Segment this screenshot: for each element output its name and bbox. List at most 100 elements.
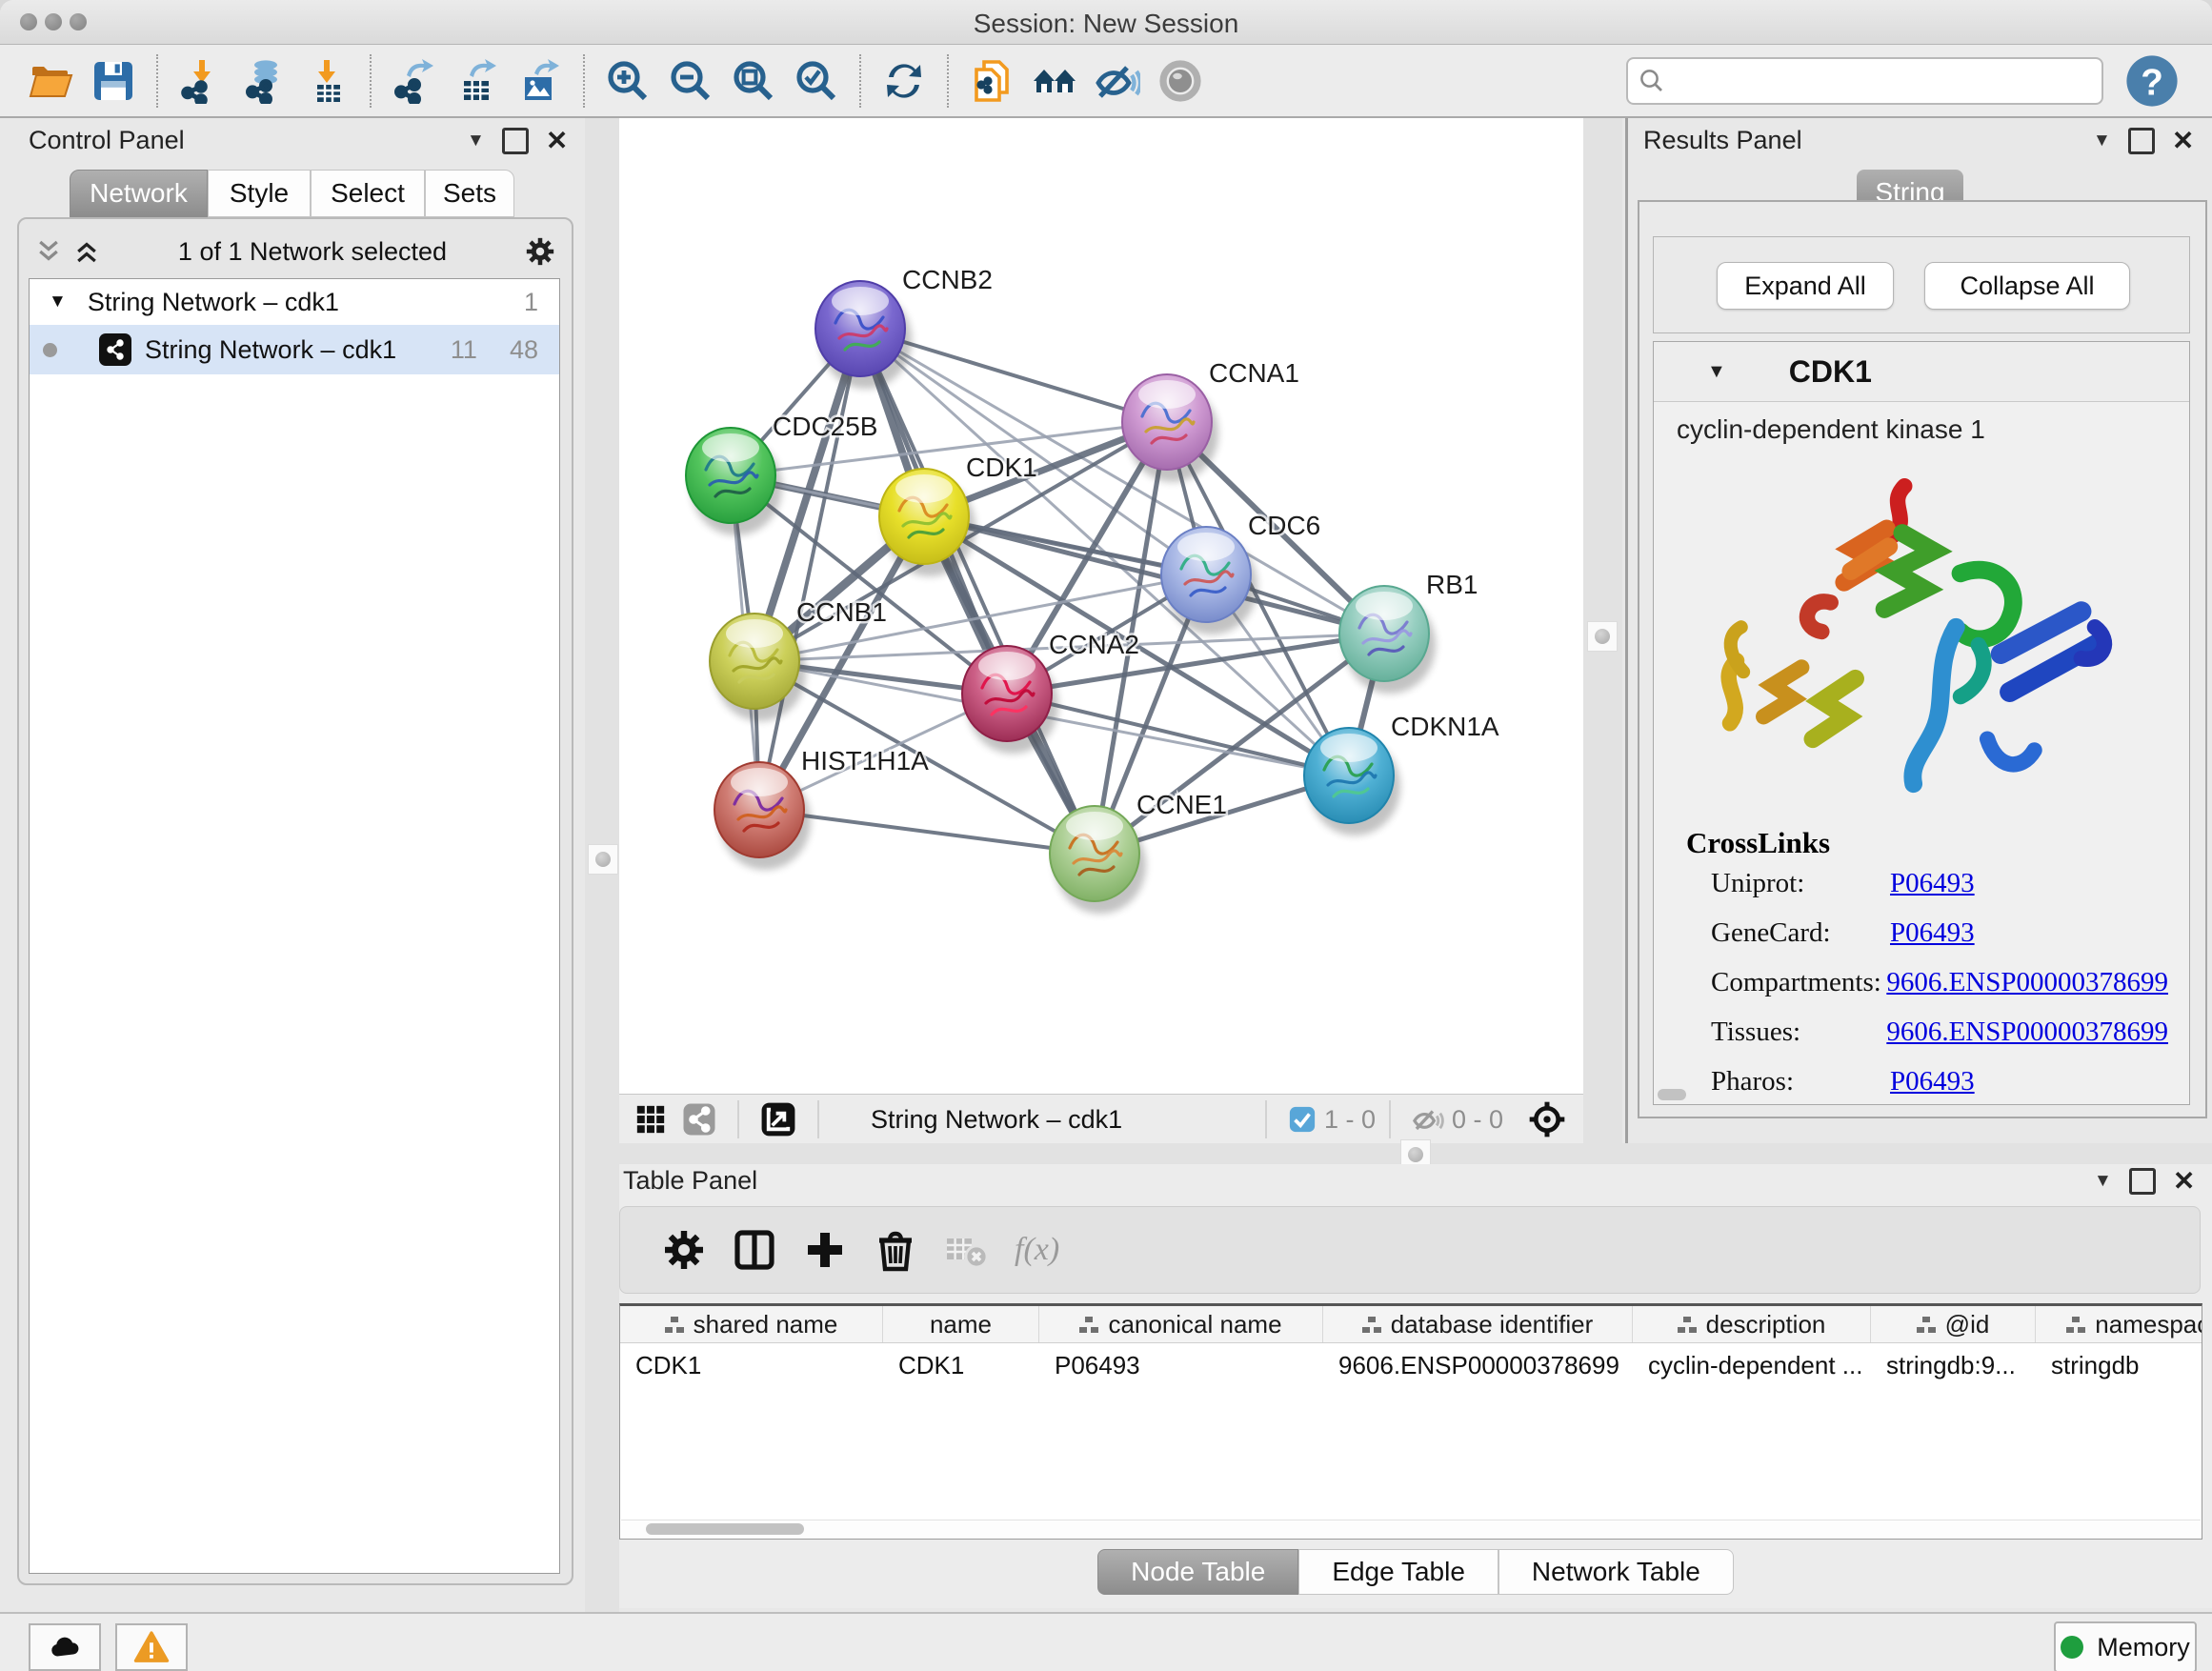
node-label: HIST1H1A [801, 746, 929, 775]
help-button[interactable]: ? [2124, 53, 2180, 109]
expand-all-networks-icon[interactable] [72, 237, 101, 266]
toolbar-separator [583, 54, 585, 108]
tab-network[interactable]: Network [70, 170, 208, 217]
control-panel-close-icon[interactable]: ✕ [546, 131, 568, 151]
network-node-ccnb1[interactable] [710, 614, 799, 709]
left-splitter-handle[interactable] [588, 844, 618, 875]
uniprot-link[interactable]: P06493 [1890, 868, 1975, 917]
birdseye-grid-icon[interactable] [634, 1103, 667, 1136]
show-columns-icon[interactable] [729, 1224, 780, 1276]
hide-selected-button[interactable] [1092, 55, 1143, 107]
tab-select[interactable]: Select [311, 170, 425, 217]
node-table[interactable]: shared name name canonical name database… [619, 1303, 2202, 1540]
network-overview-icon[interactable] [682, 1102, 716, 1137]
tab-network-table[interactable]: Network Table [1498, 1549, 1734, 1595]
column-header[interactable]: namespace [2036, 1306, 2202, 1342]
network-graph[interactable]: CCNB2CCNA1CDC25BCDK1CDC6RB1CCNB1CCNA2CDK… [619, 118, 1583, 1094]
tab-node-table[interactable]: Node Table [1097, 1549, 1298, 1595]
network-node-ccna2[interactable] [962, 646, 1052, 741]
warning-status-button[interactable] [115, 1623, 188, 1671]
network-options-gear-icon[interactable] [524, 235, 556, 268]
column-header[interactable]: canonical name [1039, 1306, 1323, 1342]
warning-icon [133, 1629, 170, 1665]
results-scrollbar-thumb[interactable] [1658, 1089, 1686, 1100]
add-column-icon[interactable] [799, 1224, 851, 1276]
table-horizontal-scrollbar[interactable] [621, 1520, 2201, 1538]
expand-all-button[interactable]: Expand All [1717, 262, 1894, 310]
node-label: CCNE1 [1136, 790, 1227, 819]
zoom-in-button[interactable] [602, 55, 654, 107]
pharos-link[interactable]: P06493 [1890, 1066, 1975, 1116]
network-node-ccna1[interactable] [1122, 374, 1212, 470]
column-header[interactable]: database identifier [1323, 1306, 1633, 1342]
save-session-button[interactable] [88, 55, 139, 107]
open-session-button[interactable] [25, 55, 76, 107]
results-panel-close-icon[interactable]: ✕ [2172, 131, 2194, 151]
zoom-selected-button[interactable] [791, 55, 842, 107]
collapse-all-button[interactable]: Collapse All [1924, 262, 2130, 310]
export-table-button[interactable] [452, 55, 503, 107]
table-panel-float-icon[interactable] [2129, 1168, 2156, 1195]
network-node-cdkn1a[interactable] [1304, 728, 1394, 823]
table-panel-close-icon[interactable]: ✕ [2173, 1171, 2195, 1192]
crosslink-row: Uniprot:P06493 [1711, 868, 2168, 917]
column-header[interactable]: name [883, 1306, 1039, 1342]
left-splitter[interactable] [585, 118, 619, 1612]
import-network-from-file-button[interactable] [175, 55, 227, 107]
network-node-hist1h1a[interactable] [714, 762, 804, 857]
crosslink-row: GeneCard:P06493 [1711, 917, 2168, 967]
table-panel-collapse-icon[interactable]: ▼ [2094, 1171, 2112, 1192]
export-image-button[interactable] [514, 55, 566, 107]
column-header[interactable]: shared name [620, 1306, 883, 1342]
zoom-fit-button[interactable] [728, 55, 779, 107]
network-status-dot [43, 343, 57, 357]
network-node-cdc25b[interactable] [686, 428, 775, 523]
gene-expander-icon[interactable]: ▼ [1707, 361, 1726, 383]
network-collection-row[interactable]: ▼ String Network – cdk1 1 [30, 279, 559, 325]
import-table-from-file-button[interactable] [301, 55, 352, 107]
copy-style-button[interactable] [966, 55, 1017, 107]
column-header[interactable]: @id [1871, 1306, 2036, 1342]
collection-expander-icon[interactable]: ▼ [49, 292, 67, 312]
tab-style[interactable]: Style [208, 170, 311, 217]
table-scrollbar-thumb[interactable] [646, 1523, 804, 1535]
right-splitter[interactable] [1583, 118, 1622, 1143]
gene-section-header[interactable]: ▼ CDK1 [1654, 342, 2189, 402]
tab-edge-table[interactable]: Edge Table [1298, 1549, 1498, 1595]
delete-column-icon[interactable] [870, 1224, 921, 1276]
first-neighbors-button[interactable] [1029, 55, 1080, 107]
network-node-cdc6[interactable] [1161, 527, 1251, 622]
column-header[interactable]: description [1633, 1306, 1871, 1342]
network-row[interactable]: String Network – cdk1 11 48 [30, 325, 559, 374]
genecard-link[interactable]: P06493 [1890, 917, 1975, 967]
control-panel-float-icon[interactable] [502, 128, 529, 154]
import-network-from-database-button[interactable] [238, 55, 290, 107]
cloud-status-button[interactable] [29, 1623, 101, 1671]
results-panel-float-icon[interactable] [2128, 128, 2155, 154]
collapse-all-networks-icon[interactable] [34, 237, 63, 266]
table-options-gear-icon[interactable] [658, 1224, 710, 1276]
tissues-link[interactable]: 9606.ENSP00000378699 [1886, 1017, 2168, 1066]
selected-checkbox-icon[interactable] [1288, 1105, 1317, 1134]
hidden-eye-icon[interactable] [1412, 1103, 1444, 1136]
right-splitter-handle[interactable] [1587, 621, 1618, 652]
search-input[interactable] [1676, 65, 2101, 96]
network-node-cdk1[interactable] [879, 469, 969, 564]
export-network-button[interactable] [389, 55, 440, 107]
open-in-window-icon[interactable] [760, 1101, 796, 1137]
zoom-out-button[interactable] [665, 55, 716, 107]
show-all-button[interactable] [1155, 55, 1206, 107]
tab-sets[interactable]: Sets [425, 170, 514, 217]
title-bar[interactable]: Session: New Session [0, 0, 2212, 45]
network-node-ccne1[interactable] [1050, 806, 1139, 901]
bottom-splitter[interactable] [619, 1143, 2212, 1164]
network-node-rb1[interactable] [1339, 586, 1429, 681]
results-panel-collapse-icon[interactable]: ▼ [2093, 131, 2111, 151]
compartments-link[interactable]: 9606.ENSP00000378699 [1886, 967, 2168, 1017]
network-node-ccnb2[interactable] [815, 281, 905, 376]
network-canvas[interactable]: CCNB2CCNA1CDC25BCDK1CDC6RB1CCNB1CCNA2CDK… [619, 118, 1583, 1094]
refresh-button[interactable] [878, 55, 930, 107]
fit-selected-crosshair-icon[interactable] [1528, 1100, 1566, 1138]
control-panel-collapse-icon[interactable]: ▼ [467, 131, 485, 151]
memory-button[interactable]: Memory [2054, 1621, 2197, 1671]
